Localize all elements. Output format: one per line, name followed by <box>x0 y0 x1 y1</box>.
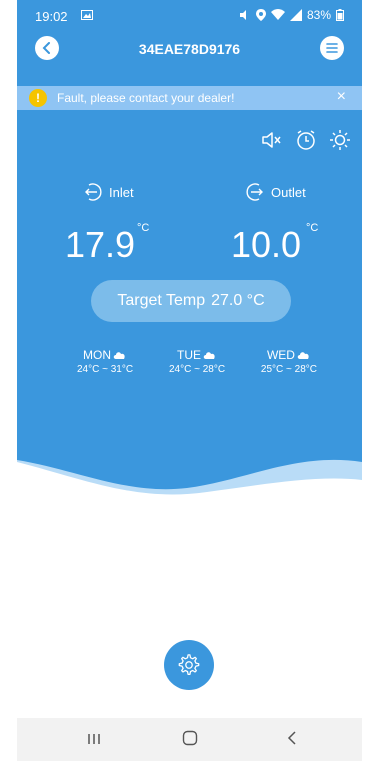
system-nav-bar <box>17 718 362 761</box>
fault-message: Fault, please contact your dealer! <box>57 91 235 105</box>
control-icons <box>260 128 352 152</box>
target-label: Target Temp <box>117 292 206 309</box>
battery-percent: 83% <box>306 8 331 22</box>
status-time: 19:02 <box>35 9 68 24</box>
outlet-text: Outlet <box>271 184 306 200</box>
target-value: 27.0 °C <box>211 292 265 309</box>
signal-icon <box>289 9 302 21</box>
gallery-icon <box>81 10 93 20</box>
inlet-arrow-icon <box>85 183 102 201</box>
status-bar: 19:02 83% <box>17 0 362 30</box>
home-icon <box>182 730 198 746</box>
day-range: 24°C ~ 28°C <box>168 364 226 375</box>
menu-button[interactable] <box>320 36 344 60</box>
close-banner-button[interactable]: × <box>337 88 346 106</box>
app-frame: 19:02 83% 34EAE78D9176 ! Fault, please c… <box>0 0 370 761</box>
outlet-unit: °C <box>306 222 319 234</box>
alarm-clock-icon[interactable] <box>294 128 318 152</box>
inlet-unit: °C <box>137 222 150 234</box>
inlet-label: Inlet <box>83 182 134 202</box>
day-range: 25°C ~ 28°C <box>260 364 317 375</box>
wifi-icon <box>270 9 285 20</box>
sun-icon[interactable] <box>328 128 352 152</box>
fault-banner: ! Fault, please contact your dealer! × <box>17 86 362 110</box>
mute-icon[interactable] <box>260 128 284 152</box>
cloud-icon <box>113 352 125 359</box>
forecast-day: MON 24°C ~ 31°C <box>77 348 133 375</box>
target-temp-button[interactable]: Target Temp 27.0 °C <box>91 280 291 322</box>
settings-button[interactable] <box>164 640 214 690</box>
weather-forecast: MON 24°C ~ 31°C TUE 24°C ~ 28°C WED 25°C… <box>77 348 317 375</box>
outlet-arrow-icon <box>246 183 263 201</box>
forecast-day: TUE 24°C ~ 28°C <box>169 348 225 375</box>
day-name: MON <box>83 348 112 362</box>
outlet-label: Outlet <box>245 182 306 202</box>
inlet-text: Inlet <box>109 184 134 200</box>
nav-back-icon <box>287 731 296 745</box>
cloud-icon <box>297 352 309 359</box>
cloud-icon <box>203 352 215 359</box>
outlet-temperature: 10.0 <box>231 224 302 265</box>
day-range: 24°C ~ 31°C <box>77 364 134 375</box>
day-name: TUE <box>177 348 201 362</box>
inlet-temperature: 17.9 <box>65 224 136 265</box>
app-header: 34EAE78D9176 <box>17 34 362 66</box>
wave-decoration <box>17 459 362 550</box>
location-icon <box>255 9 266 21</box>
menu-icon <box>326 43 338 53</box>
phone-screen: 19:02 83% 34EAE78D9176 ! Fault, please c… <box>17 0 362 761</box>
home-button[interactable] <box>182 730 198 751</box>
status-icons: 83% <box>239 8 344 22</box>
mute-status-icon <box>239 10 246 20</box>
forecast-day: WED 25°C ~ 28°C <box>261 348 317 375</box>
day-name: WED <box>266 348 295 362</box>
recents-button[interactable] <box>87 730 101 751</box>
device-title: 34EAE78D9176 <box>138 41 241 57</box>
recents-icon <box>88 734 100 744</box>
gear-icon <box>178 654 200 675</box>
battery-icon <box>336 9 344 21</box>
warning-icon: ! <box>29 89 47 107</box>
nav-back-button[interactable] <box>287 730 297 751</box>
